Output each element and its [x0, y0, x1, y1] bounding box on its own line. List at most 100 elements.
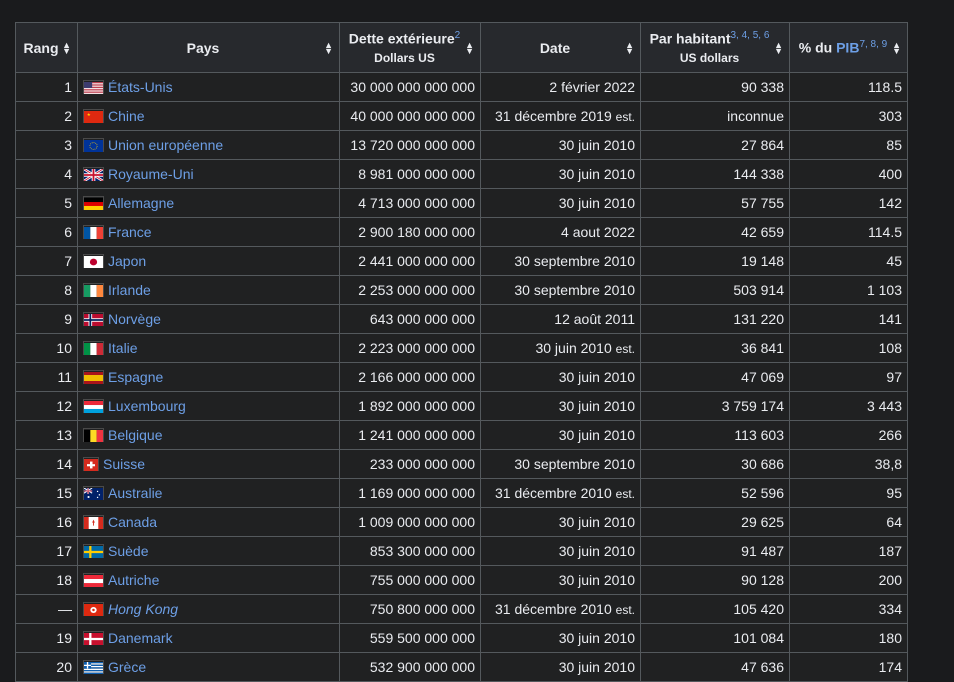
country-link[interactable]: Belgique: [108, 427, 163, 443]
debt-cell: 755 000 000 000: [339, 565, 481, 595]
reference-link[interactable]: 2: [455, 30, 461, 41]
se-flag-icon[interactable]: [83, 544, 104, 558]
country-cell: Luxembourg: [77, 391, 340, 421]
be-flag-icon[interactable]: [83, 428, 104, 442]
country-cell: Grèce: [77, 652, 340, 682]
gr-flag-icon[interactable]: [83, 660, 104, 674]
hk-flag-icon[interactable]: [83, 602, 104, 616]
date-value: 31 décembre 2019: [495, 108, 612, 124]
at-flag-icon[interactable]: [83, 573, 104, 587]
header-par-habitant[interactable]: Par habitant3, 4, 5, 6 US dollars ▲ ▼: [640, 22, 790, 73]
svg-text:★: ★: [87, 112, 91, 117]
debt-cell: 2 253 000 000 000: [339, 275, 481, 305]
lu-flag-icon[interactable]: [83, 399, 104, 413]
debt-cell: 40 000 000 000 000: [339, 101, 481, 131]
us-flag-icon[interactable]: [83, 80, 104, 94]
country-link[interactable]: Japon: [108, 253, 146, 269]
table-row: 3 Union européenne 13 720 000 000 000 30 ju…: [15, 130, 908, 160]
gdp-percent-cell: 64: [789, 507, 908, 537]
gdp-percent-cell: 334: [789, 594, 908, 624]
country-link[interactable]: Danemark: [108, 630, 173, 646]
per-capita-cell: 42 659: [640, 217, 790, 247]
sort-icon[interactable]: ▲ ▼: [892, 40, 901, 55]
dk-flag-icon[interactable]: [83, 631, 104, 645]
country-link[interactable]: Union européenne: [108, 137, 223, 153]
country-link[interactable]: Suisse: [103, 456, 145, 472]
sort-icon[interactable]: ▲ ▼: [774, 40, 783, 55]
header-date[interactable]: Date ▲ ▼: [480, 22, 641, 73]
date-value: 30 septembre 2010: [514, 282, 635, 298]
ca-flag-icon[interactable]: [83, 515, 104, 529]
per-capita-cell: 90 128: [640, 565, 790, 595]
es-flag-icon[interactable]: [83, 370, 104, 384]
sort-icon[interactable]: ▲ ▼: [465, 40, 474, 55]
country-link[interactable]: Canada: [108, 514, 157, 530]
it-flag-icon[interactable]: [83, 341, 104, 355]
uk-flag-icon[interactable]: [83, 167, 104, 183]
de-flag-icon[interactable]: [83, 196, 104, 210]
ie-flag-icon[interactable]: [83, 283, 104, 297]
au-flag-icon[interactable]: [83, 486, 104, 500]
fr-flag-icon[interactable]: [83, 225, 104, 239]
date-value: 30 juin 2010: [558, 630, 635, 646]
pib-link[interactable]: PIB: [836, 40, 859, 56]
rank-cell: 13: [15, 420, 78, 450]
country-cell: Irlande: [77, 275, 340, 305]
sort-icon[interactable]: ▲ ▼: [62, 40, 71, 55]
date-cell: 30 septembre 2010: [480, 246, 641, 276]
country-link[interactable]: Norvège: [108, 311, 161, 327]
per-capita-cell: 91 487: [640, 536, 790, 566]
table-row: 19 Danemark 559 500 000 000 30 juin 2010 101…: [15, 623, 908, 653]
gdp-percent-cell: 187: [789, 536, 908, 566]
country-link[interactable]: Hong Kong: [108, 601, 178, 617]
eu-flag-icon[interactable]: [83, 138, 104, 152]
per-capita-cell: 90 338: [640, 72, 790, 102]
country-cell: Italie: [77, 333, 340, 363]
country-cell: Autriche: [77, 565, 340, 595]
reference-link[interactable]: 7, 8, 9: [859, 39, 887, 50]
country-link[interactable]: Grèce: [108, 659, 146, 675]
date-value: 30 juin 2010: [558, 427, 635, 443]
country-link[interactable]: Luxembourg: [108, 398, 186, 414]
country-cell: ★ Chine: [77, 101, 340, 131]
date-cell: 4 aout 2022: [480, 217, 641, 247]
header-pib-prefix: % du: [798, 39, 837, 56]
debt-cell: 2 223 000 000 000: [339, 333, 481, 363]
reference-link[interactable]: 3, 4, 5, 6: [730, 30, 769, 41]
country-link[interactable]: Espagne: [108, 369, 163, 385]
country-link[interactable]: Chine: [108, 108, 145, 124]
table-row: 10 Italie 2 223 000 000 000 30 juin 2010 es…: [15, 333, 908, 363]
date-value: 30 septembre 2010: [514, 253, 635, 269]
header-dette[interactable]: Dette extérieure2 Dollars US ▲ ▼: [339, 22, 481, 73]
date-cell: 30 juin 2010: [480, 130, 641, 160]
date-value: 30 septembre 2010: [514, 456, 635, 472]
country-link[interactable]: Royaume-Uni: [108, 166, 194, 182]
country-link[interactable]: Irlande: [108, 282, 151, 298]
date-cell: 30 septembre 2010: [480, 275, 641, 305]
country-link[interactable]: Italie: [108, 340, 138, 356]
ch-flag-icon[interactable]: [83, 457, 99, 471]
no-flag-icon[interactable]: [83, 312, 104, 326]
country-link[interactable]: Allemagne: [108, 195, 174, 211]
per-capita-cell: 503 914: [640, 275, 790, 305]
country-link[interactable]: France: [108, 224, 152, 240]
country-cell: Australie: [77, 478, 340, 508]
header-rang[interactable]: Rang ▲ ▼: [15, 22, 78, 73]
sort-icon[interactable]: ▲ ▼: [625, 40, 634, 55]
country-link[interactable]: Australie: [108, 485, 162, 501]
header-pays[interactable]: Pays ▲ ▼: [77, 22, 340, 73]
jp-flag-icon[interactable]: [83, 254, 104, 268]
debt-cell: 853 300 000 000: [339, 536, 481, 566]
date-cell: 30 juin 2010 est.: [480, 333, 641, 363]
gdp-percent-cell: 114.5: [789, 217, 908, 247]
header-par-habitant-label: Par habitant: [649, 30, 731, 47]
date-value: 30 juin 2010: [558, 195, 635, 211]
per-capita-cell: 47 069: [640, 362, 790, 392]
sort-icon[interactable]: ▲ ▼: [324, 40, 333, 55]
country-link[interactable]: Autriche: [108, 572, 159, 588]
country-link[interactable]: Suède: [108, 543, 148, 559]
country-link[interactable]: États-Unis: [108, 79, 173, 95]
cn-flag-icon[interactable]: ★: [83, 109, 104, 123]
header-pib[interactable]: % du PIB7, 8, 9 ▲ ▼: [789, 22, 908, 73]
table-row: 5 Allemagne 4 713 000 000 000 30 juin 2010 5…: [15, 188, 908, 218]
